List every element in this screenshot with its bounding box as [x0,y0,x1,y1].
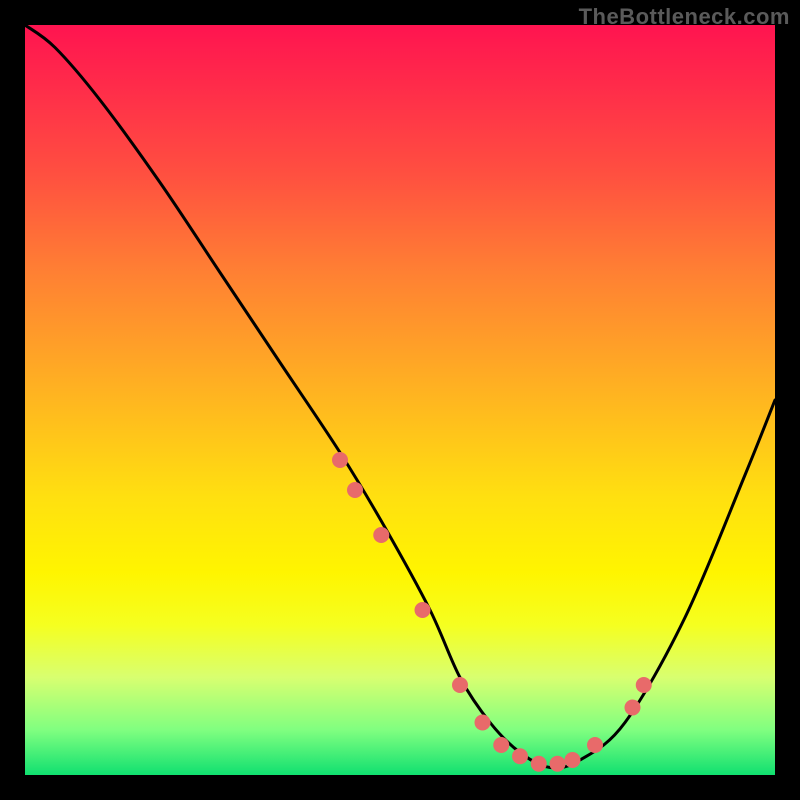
curve-layer [25,25,775,775]
plot-area [25,25,775,775]
highlight-point [531,756,547,772]
highlight-point [373,527,389,543]
attribution-text: TheBottleneck.com [579,4,790,30]
highlight-point [636,677,652,693]
highlight-point [347,482,363,498]
highlight-point [493,737,509,753]
highlight-point [475,715,491,731]
bottleneck-curve [25,25,775,768]
highlight-point [565,752,581,768]
highlight-point [587,737,603,753]
highlight-point [452,677,468,693]
highlight-point [550,756,566,772]
highlight-point [625,700,641,716]
highlight-point [415,602,431,618]
highlight-point [332,452,348,468]
highlight-point [512,748,528,764]
chart-frame: TheBottleneck.com [0,0,800,800]
